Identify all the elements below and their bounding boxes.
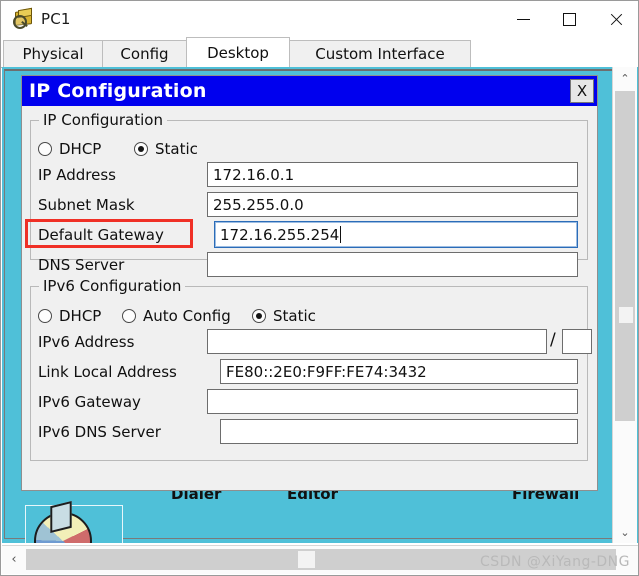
maximize-button[interactable] <box>546 1 592 37</box>
link-local-address-label: Link Local Address <box>38 363 177 381</box>
minimize-button[interactable] <box>500 1 546 37</box>
ipv6-dns-server-input[interactable] <box>220 419 578 444</box>
subnet-mask-label: Subnet Mask <box>38 196 135 214</box>
close-button[interactable] <box>592 1 638 37</box>
default-gateway-label: Default Gateway <box>38 226 164 244</box>
ipv6-address-label: IPv6 Address <box>38 333 135 351</box>
window-controls <box>500 1 638 37</box>
tab-desktop-label: Desktop <box>207 43 269 62</box>
ipv6-dhcp-label: DHCP <box>59 307 102 325</box>
ipv4-dhcp-label: DHCP <box>59 140 102 158</box>
dns-server-label: DNS Server <box>38 256 125 274</box>
ipv4-dhcp-radio[interactable]: DHCP <box>38 140 101 158</box>
tab-physical[interactable]: Physical <box>3 40 103 67</box>
window-titlebar: PC1 <box>1 1 638 37</box>
default-gateway-input[interactable]: 172.16.255.254 <box>214 221 578 248</box>
scroll-down-arrow-icon[interactable]: ⌄ <box>613 521 637 543</box>
ipv6-group-legend: IPv6 Configuration <box>39 277 186 295</box>
ipv6-auto-config-radio-dot <box>122 309 136 323</box>
ipv6-auto-config-radio[interactable]: Auto Config <box>122 307 231 325</box>
packet-tracer-pc-icon <box>13 7 35 30</box>
ip-configuration-dialog: IP Configuration X IP Configuration DHCP… <box>21 75 598 491</box>
ipv6-static-radio[interactable]: Static <box>252 307 316 325</box>
text-caret <box>340 226 342 243</box>
pie-chart-icon[interactable] <box>25 500 123 543</box>
tab-config-label: Config <box>120 45 169 63</box>
ipv6-prefix-length-input[interactable] <box>562 329 592 354</box>
ipv6-dns-server-label: IPv6 DNS Server <box>38 423 161 441</box>
ipv4-static-radio-dot <box>134 142 148 156</box>
ipv6-address-input[interactable] <box>207 329 547 354</box>
ip-configuration-title: IP Configuration <box>29 80 207 102</box>
tab-custom-interface[interactable]: Custom Interface <box>289 40 471 67</box>
vertical-scroll-thumb-mark <box>619 307 633 323</box>
ipv6-static-radio-dot <box>252 309 266 323</box>
ipv6-prefix-separator: / <box>550 330 556 350</box>
horizontal-scroll-thumb[interactable] <box>298 551 315 568</box>
ipv6-auto-config-label: Auto Config <box>143 307 231 325</box>
tab-custom-interface-label: Custom Interface <box>315 45 445 63</box>
scroll-up-arrow-icon[interactable]: ⌃ <box>613 67 637 89</box>
horizontal-scrollbar[interactable]: ‹ <box>2 545 638 574</box>
ip-address-label: IP Address <box>38 166 116 184</box>
ip-address-input[interactable]: 172.16.0.1 <box>207 162 578 187</box>
tab-config[interactable]: Config <box>102 40 187 67</box>
ipv6-gateway-input[interactable] <box>207 389 578 414</box>
packet-tracer-desktop: Dialer Editor Firewall IP Configuration … <box>2 67 638 543</box>
tab-desktop[interactable]: Desktop <box>186 37 290 67</box>
ipv4-static-label: Static <box>155 140 198 158</box>
subnet-mask-input[interactable]: 255.255.0.0 <box>207 192 578 217</box>
ip-configuration-close-button[interactable]: X <box>570 79 594 103</box>
tab-physical-label: Physical <box>22 45 84 63</box>
horizontal-scroll-track[interactable] <box>26 549 616 570</box>
default-gateway-value: 172.16.255.254 <box>220 225 340 244</box>
tab-strip: Physical Config Desktop Custom Interface <box>1 37 638 68</box>
ipv4-dhcp-radio-dot <box>38 142 52 156</box>
ipv4-group-legend: IP Configuration <box>39 111 167 129</box>
ipv6-gateway-label: IPv6 Gateway <box>38 393 141 411</box>
vertical-scrollbar[interactable]: ⌃ ⌄ <box>612 67 637 543</box>
window-title: PC1 <box>41 10 71 28</box>
ipv6-static-label: Static <box>273 307 316 325</box>
link-local-address-input[interactable]: FE80::2E0:F9FF:FE74:3432 <box>220 359 578 384</box>
ipv6-dhcp-radio[interactable]: DHCP <box>38 307 101 325</box>
ipv6-dhcp-radio-dot <box>38 309 52 323</box>
dns-server-input[interactable] <box>207 252 578 277</box>
scroll-left-arrow-icon[interactable]: ‹ <box>2 546 26 572</box>
vertical-scroll-thumb[interactable] <box>615 91 635 421</box>
ip-configuration-titlebar: IP Configuration <box>22 76 597 106</box>
ipv4-static-radio[interactable]: Static <box>134 140 198 158</box>
pc-config-window: PC1 Physical Config Desktop Custom Inter… <box>0 0 639 576</box>
